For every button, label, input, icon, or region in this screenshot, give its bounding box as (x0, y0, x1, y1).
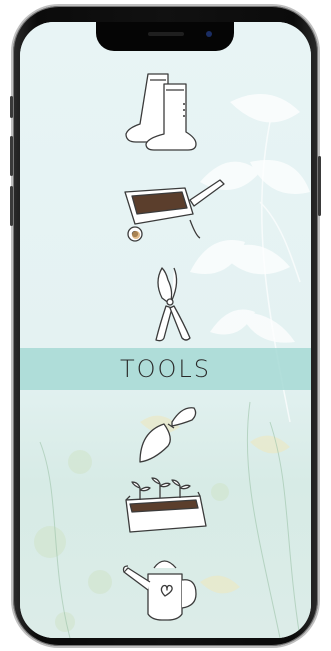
power-button (318, 156, 321, 216)
page-title: TOOLS (119, 355, 212, 383)
phone-notch (96, 22, 234, 51)
rain-boots-icon[interactable] (120, 70, 200, 152)
tools-title-band: TOOLS (20, 348, 311, 390)
volume-down-button (10, 186, 13, 226)
app-screen: TOOLS (20, 22, 311, 638)
mute-switch (10, 96, 13, 118)
volume-up-button (10, 136, 13, 176)
pruning-shears-icon[interactable] (140, 262, 200, 346)
seedling-planter-icon[interactable] (120, 474, 210, 540)
watering-can-icon[interactable] (120, 550, 210, 628)
trowel-icon[interactable] (132, 400, 202, 470)
speaker-grille (148, 32, 184, 36)
wheelbarrow-icon[interactable] (120, 172, 230, 246)
front-camera (206, 31, 212, 37)
